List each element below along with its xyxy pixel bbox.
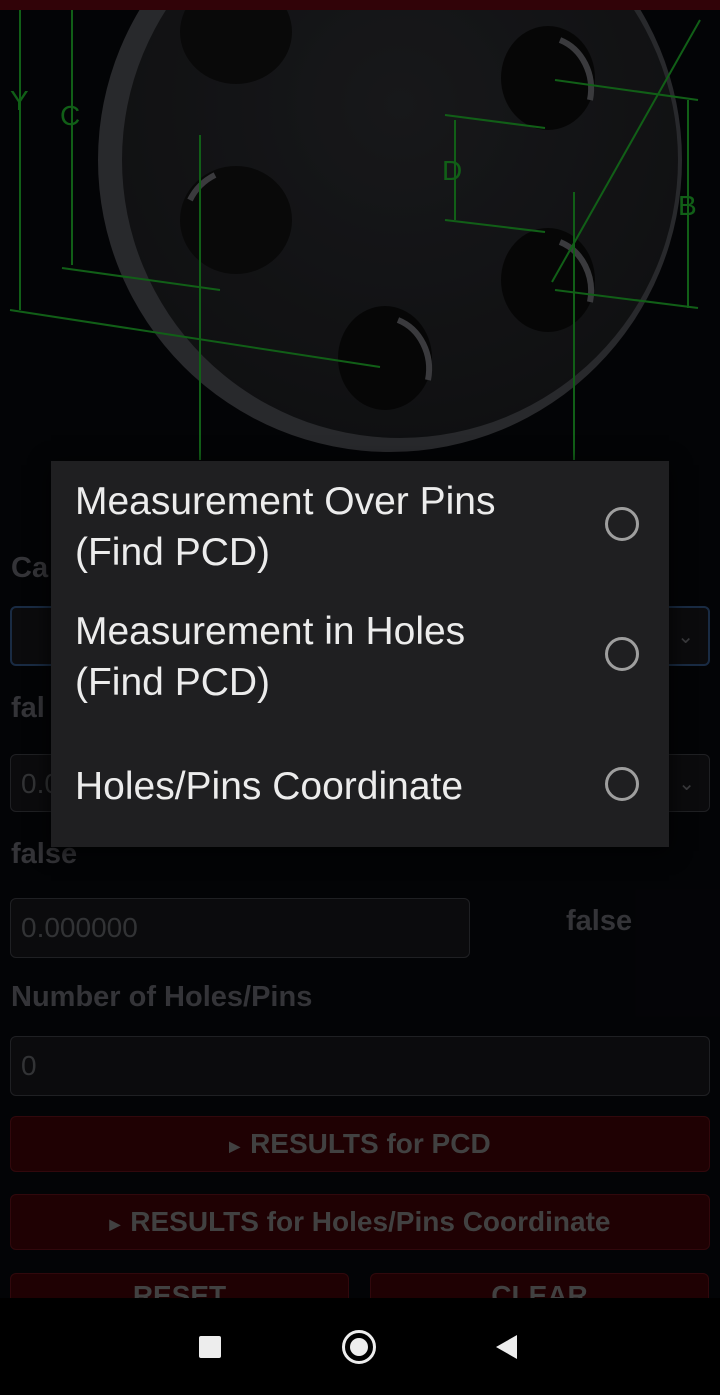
- recents-icon[interactable]: [199, 1336, 221, 1358]
- radio-button[interactable]: [605, 637, 639, 671]
- option-label-line: Measurement Over Pins: [75, 480, 496, 523]
- home-icon[interactable]: [342, 1330, 376, 1364]
- option-label-line: Holes/Pins Coordinate: [75, 765, 464, 808]
- option-label-line: Measurement in Holes: [75, 610, 466, 653]
- system-nav-bar: [0, 1298, 720, 1395]
- radio-button[interactable]: [605, 507, 639, 541]
- calculation-type-dialog: Measurement Over Pins (Find PCD) Measure…: [51, 461, 669, 847]
- radio-button[interactable]: [605, 767, 639, 801]
- option-label: Measurement in Holes (Find PCD): [75, 606, 575, 708]
- option-label: Measurement Over Pins (Find PCD): [75, 476, 575, 578]
- back-icon[interactable]: [496, 1335, 517, 1359]
- option-label-line: (Find PCD): [75, 531, 271, 574]
- option-label-line: (Find PCD): [75, 661, 271, 704]
- option-label: Holes/Pins Coordinate: [75, 761, 575, 812]
